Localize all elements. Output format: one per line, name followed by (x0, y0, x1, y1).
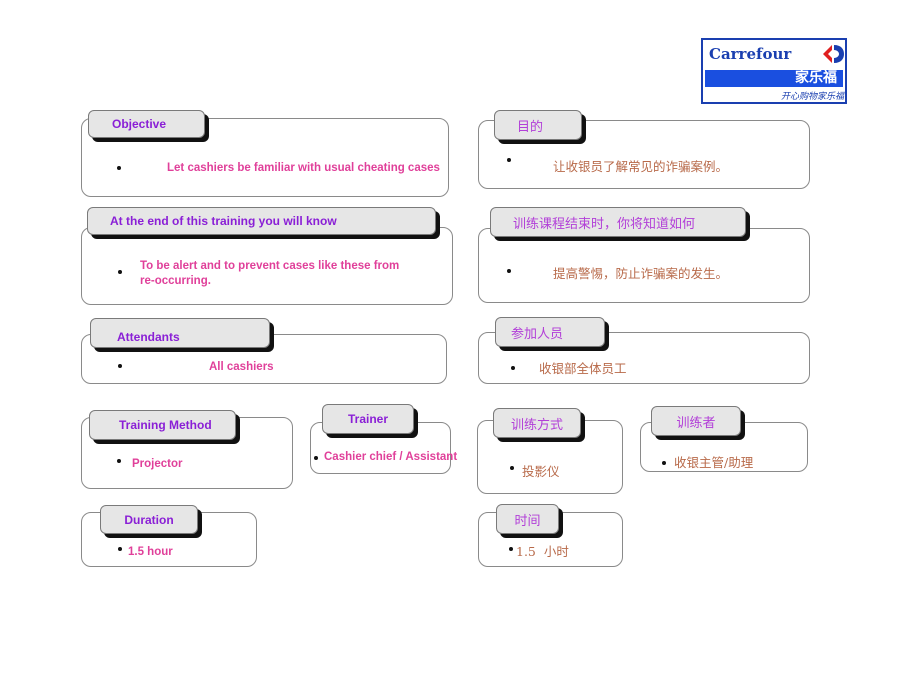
outcome-text: To be alert and to prevent cases like th… (140, 260, 400, 287)
bullet-icon (314, 456, 318, 460)
logo-brand-text: Carrefour (709, 45, 792, 63)
trainer-heading-zh: 训练者 (651, 406, 741, 436)
bullet-icon (117, 166, 121, 170)
bullet-icon (117, 459, 121, 463)
carrefour-logo: Carrefour 家乐福 开心购物家乐福 (701, 38, 847, 104)
objective-heading-zh-text: 目的 (517, 119, 544, 135)
bullet-icon (662, 461, 666, 465)
attendants-heading-zh: 参加人员 (495, 317, 605, 347)
training-method-heading-zh-text: 训练方式 (510, 417, 563, 433)
attendants-text: All cashiers (209, 361, 274, 373)
objective-text: Let cashiers be familiar with usual chea… (167, 162, 440, 174)
duration-heading-zh-text: 时间 (514, 513, 541, 529)
outcome-heading-zh: 训练课程结束时，你将知道如何 (490, 207, 746, 237)
trainer-text: Cashier chief / Assistant (324, 451, 458, 463)
bullet-icon (118, 270, 122, 274)
outcome-heading-zh-text: 训练课程结束时，你将知道如何 (513, 216, 696, 232)
duration-text-zh: 1.5 小时 (516, 544, 569, 559)
attendants-heading-text: Attendants (117, 330, 180, 344)
outcome-heading-text: At the end of this training you will kno… (110, 214, 337, 228)
training-method-text: Projector (132, 458, 183, 470)
bullet-icon (118, 364, 122, 368)
training-method-heading-zh: 训练方式 (493, 408, 581, 438)
objective-heading-zh: 目的 (494, 110, 582, 140)
attendants-heading-zh-text: 参加人员 (511, 326, 564, 342)
bullet-icon (509, 547, 513, 551)
bullet-icon (507, 158, 511, 162)
outcome-text-zh: 提高警惕，防止诈骗案的发生。 (553, 266, 729, 281)
training-method-heading: Training Method (89, 410, 236, 440)
bullet-icon (507, 269, 511, 273)
carrefour-mark-icon (823, 45, 844, 63)
logo-chinese-name: 家乐福 (705, 70, 843, 87)
duration-text: 1.5 hour (128, 546, 173, 558)
objective-heading: Objective (88, 110, 205, 138)
objective-text-zh: 让收银员了解常见的诈骗案例。 (553, 159, 729, 174)
outcome-heading: At the end of this training you will kno… (87, 207, 436, 235)
duration-heading-text: Duration (124, 512, 174, 527)
trainer-heading-text: Trainer (347, 412, 389, 426)
trainer-heading-zh-text: 训练者 (676, 415, 716, 431)
duration-heading: Duration (100, 505, 198, 534)
bullet-icon (510, 466, 514, 470)
objective-heading-text: Objective (112, 117, 167, 131)
attendants-text-zh: 收银部全体员工 (539, 361, 627, 376)
trainer-heading: Trainer (322, 404, 414, 434)
trainer-text-zh: 收银主管/助理 (674, 455, 754, 470)
training-method-text-zh: 投影仪 (522, 464, 560, 479)
training-method-heading-text: Training Method (119, 418, 212, 432)
bullet-icon (118, 547, 122, 551)
bullet-icon (511, 366, 515, 370)
duration-heading-zh: 时间 (496, 504, 559, 534)
attendants-heading: Attendants (90, 318, 270, 348)
logo-slogan: 开心购物家乐福 (781, 92, 845, 102)
